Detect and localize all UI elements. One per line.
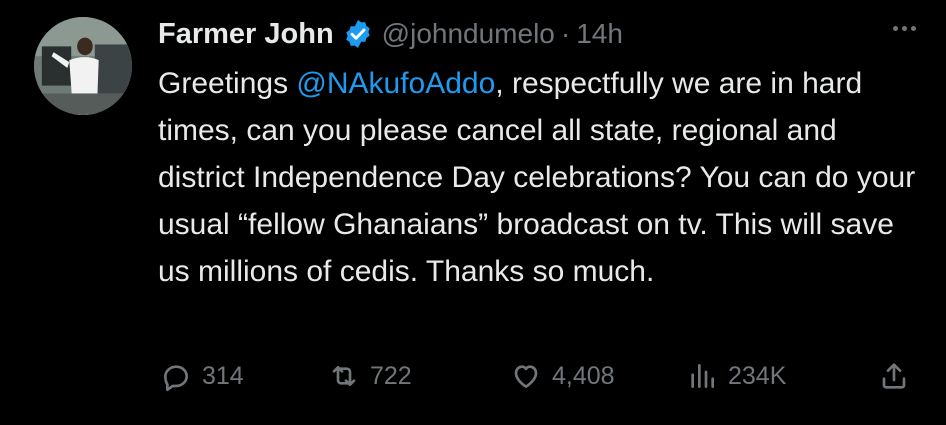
action-bar: 314 722 4,408 234K <box>158 356 913 396</box>
repost-button[interactable]: 722 <box>328 356 412 396</box>
tweet-timestamp[interactable]: 14h <box>576 18 623 50</box>
views-icon <box>691 364 714 388</box>
tweet-text: Greetings @NAkufoAddo, respectfully we a… <box>158 60 918 295</box>
repost-count: 722 <box>370 361 412 390</box>
author-handle[interactable]: @johndumelo <box>382 18 555 50</box>
separator-dot: · <box>560 18 571 49</box>
tweet-header: Farmer John @johndumelo · 14h <box>158 14 623 54</box>
repost-icon <box>332 366 356 386</box>
author-name[interactable]: Farmer John <box>158 18 334 51</box>
avatar-photo <box>34 17 132 115</box>
share-button[interactable] <box>878 356 910 396</box>
author-avatar[interactable] <box>34 17 132 115</box>
reply-icon <box>164 365 188 392</box>
tweet-text-start: Greetings <box>158 67 297 100</box>
reply-count: 314 <box>202 361 244 390</box>
tweet-text-rest: , respectfully we are in hard times, can… <box>158 67 916 288</box>
views-count: 234K <box>728 361 787 390</box>
like-button[interactable]: 4,408 <box>510 356 615 396</box>
like-count: 4,408 <box>552 361 615 390</box>
reply-button[interactable]: 314 <box>160 356 244 396</box>
heart-icon <box>514 365 538 388</box>
more-options-icon[interactable] <box>893 26 916 31</box>
share-icon <box>882 363 906 389</box>
views-button[interactable]: 234K <box>686 356 786 396</box>
mention-link[interactable]: @NAkufoAddo <box>296 67 495 100</box>
verified-badge-icon <box>345 20 370 48</box>
